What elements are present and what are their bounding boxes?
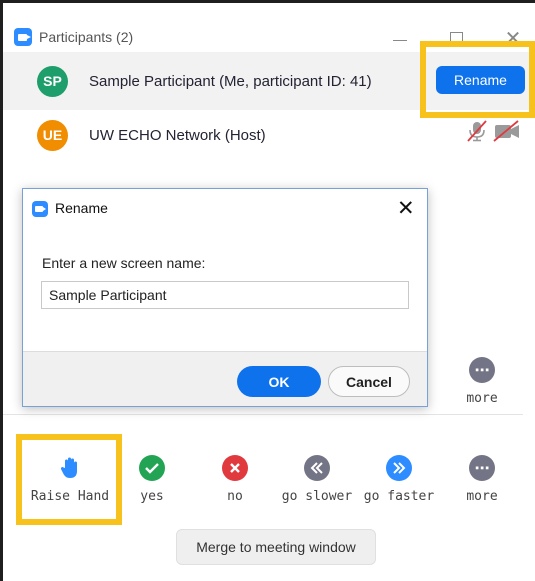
upper-more-button[interactable]: ⋯ more (437, 357, 527, 406)
more-icon: ⋯ (469, 357, 495, 383)
dialog-title-bar: Rename ✕ (23, 189, 427, 227)
muted-microphone-icon (467, 120, 487, 142)
raise-hand-button[interactable]: Raise Hand (25, 455, 115, 504)
participant-name: Sample Participant (Me, participant ID: … (89, 72, 372, 90)
rename-button[interactable]: Rename (436, 66, 525, 94)
yes-button[interactable]: yes (107, 455, 197, 504)
fast-forward-icon (386, 455, 412, 481)
cancel-button[interactable]: Cancel (328, 366, 410, 397)
avatar: UE (37, 119, 68, 151)
no-button[interactable]: no (190, 455, 280, 504)
maximize-button[interactable] (446, 28, 466, 48)
window-title: Participants (2) (39, 29, 134, 45)
screen-name-prompt: Enter a new screen name: (42, 255, 206, 271)
go-faster-button[interactable]: go faster (354, 455, 444, 504)
zoom-app-icon (32, 201, 48, 217)
title-bar: Participants (2) ✕ (6, 6, 535, 54)
more-icon: ⋯ (469, 455, 495, 481)
check-icon (139, 455, 165, 481)
dialog-footer: OK Cancel (23, 351, 427, 406)
divider (3, 414, 523, 415)
close-icon[interactable]: ✕ (397, 196, 415, 221)
more-reactions-button[interactable]: ⋯ more (437, 455, 527, 504)
minimize-button[interactable] (390, 28, 410, 48)
video-off-icon (493, 120, 519, 142)
zoom-app-icon (14, 28, 32, 46)
raised-hand-icon (57, 455, 83, 481)
avatar: SP (37, 65, 68, 97)
screen-name-input[interactable] (41, 281, 409, 309)
go-slower-button[interactable]: go slower (272, 455, 362, 504)
participant-row-self[interactable]: SP Sample Participant (Me, participant I… (3, 52, 535, 110)
rewind-icon (304, 455, 330, 481)
ok-button[interactable]: OK (237, 366, 321, 397)
dialog-title: Rename (55, 200, 108, 216)
participant-row-host[interactable]: UE UW ECHO Network (Host) (3, 106, 535, 164)
merge-to-meeting-window-button[interactable]: Merge to meeting window (176, 529, 376, 565)
rename-dialog: Rename ✕ Enter a new screen name: OK Can… (22, 188, 428, 407)
participant-name: UW ECHO Network (Host) (89, 126, 266, 144)
close-window-button[interactable]: ✕ (503, 28, 523, 50)
x-icon (222, 455, 248, 481)
